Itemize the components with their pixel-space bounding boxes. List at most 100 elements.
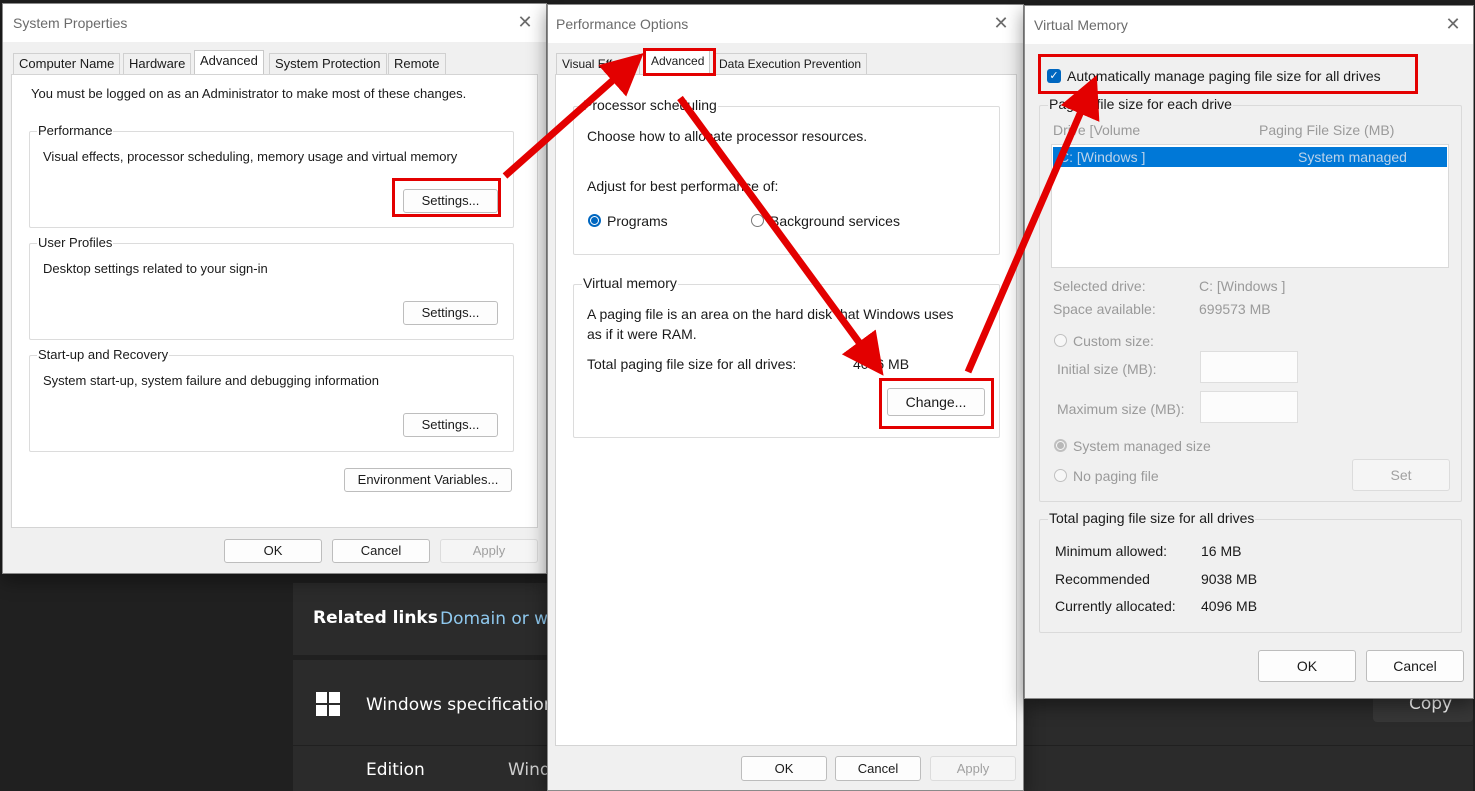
each-drive-group: Paging file size for each drive Drive [V… [1039, 96, 1462, 502]
tab-data-execution-prevention[interactable]: Data Execution Prevention [713, 53, 868, 74]
total-paging-value: 4096 MB [853, 356, 910, 372]
group-description: Visual effects, processor scheduling, me… [43, 149, 458, 164]
recommended-value: 9038 MB [1201, 571, 1258, 587]
virtual-memory-dialog: Virtual Memory ✕ ✓ Automatically manage … [1024, 5, 1474, 699]
startup-recovery-group: Start-up and Recovery System start-up, s… [29, 347, 514, 452]
ok-button[interactable]: OK [224, 539, 322, 563]
background-services-label: Background services [770, 213, 900, 229]
titlebar: System Properties ✕ [3, 4, 546, 42]
system-managed-radio[interactable] [1054, 439, 1067, 452]
currently-allocated-label: Currently allocated: [1055, 598, 1176, 614]
drive-list[interactable]: C: [Windows ] System managed [1051, 144, 1449, 268]
domain-link[interactable]: Domain or wo [440, 609, 558, 629]
performance-settings-button[interactable]: Settings... [403, 189, 498, 213]
tab-system-protection[interactable]: System Protection [269, 53, 387, 74]
windows-logo-icon [316, 692, 340, 716]
tab-bar: Visual Effects Advanced Data Execution P… [556, 50, 1016, 75]
ok-button[interactable]: OK [741, 756, 827, 781]
initial-size-label: Initial size (MB): [1057, 361, 1157, 377]
total-paging-label: Total paging file size for all drives: [587, 356, 797, 372]
group-label: Paging file size for each drive [1048, 96, 1233, 112]
drive-row-volume: C: [Windows ] [1059, 149, 1146, 165]
system-properties-dialog: System Properties ✕ Computer Name Hardwa… [2, 3, 547, 574]
group-label: User Profiles [37, 235, 114, 250]
maximum-size-label: Maximum size (MB): [1057, 401, 1185, 417]
tab-advanced[interactable]: Advanced [194, 50, 264, 75]
apply-button[interactable]: Apply [440, 539, 538, 563]
size-column-header: Paging File Size (MB) [1259, 122, 1395, 138]
initial-size-input[interactable] [1200, 351, 1298, 383]
tab-advanced[interactable]: Advanced [645, 50, 711, 75]
drive-row[interactable]: C: [Windows ] System managed [1053, 147, 1447, 167]
dialog-title: Performance Options [556, 16, 689, 32]
cancel-button[interactable]: Cancel [332, 539, 430, 563]
virtual-memory-description: A paging file is an area on the hard dis… [587, 306, 954, 322]
custom-size-radio[interactable] [1054, 334, 1067, 347]
group-description: Desktop settings related to your sign-in [43, 261, 268, 276]
apply-button[interactable]: Apply [930, 756, 1016, 781]
tab-computer-name[interactable]: Computer Name [13, 53, 121, 74]
group-description: System start-up, system failure and debu… [43, 373, 380, 388]
startup-settings-button[interactable]: Settings... [403, 413, 498, 437]
selected-drive-value: C: [Windows ] [1199, 278, 1286, 294]
processor-description: Choose how to allocate processor resourc… [587, 128, 868, 144]
space-available-value: 699573 MB [1199, 301, 1271, 317]
edition-value: Wind [508, 760, 551, 780]
related-links-heading: Related links [313, 608, 438, 628]
performance-group: Performance Visual effects, processor sc… [29, 123, 514, 228]
maximum-size-input[interactable] [1200, 391, 1298, 423]
user-profiles-group: User Profiles Desktop settings related t… [29, 235, 514, 340]
ok-button[interactable]: OK [1258, 650, 1356, 682]
programs-label: Programs [607, 213, 668, 229]
performance-options-dialog: Performance Options ✕ Visual Effects Adv… [547, 4, 1024, 791]
dialog-title: System Properties [13, 15, 128, 31]
recommended-label: Recommended [1055, 571, 1150, 587]
user-profiles-settings-button[interactable]: Settings... [403, 301, 498, 325]
edition-label: Edition [366, 760, 425, 780]
selected-drive-label: Selected drive: [1053, 278, 1146, 294]
admin-note: You must be logged on as an Administrato… [31, 86, 467, 101]
cancel-button[interactable]: Cancel [835, 756, 921, 781]
group-label: Start-up and Recovery [37, 347, 170, 362]
processor-scheduling-group: Processor scheduling Choose how to alloc… [573, 97, 1000, 255]
cancel-button[interactable]: Cancel [1366, 650, 1464, 682]
auto-manage-label: Automatically manage paging file size fo… [1067, 68, 1381, 84]
tab-hardware[interactable]: Hardware [123, 53, 192, 74]
system-managed-label: System managed size [1073, 438, 1211, 454]
auto-manage-checkbox[interactable]: ✓ [1047, 69, 1061, 83]
custom-size-label: Custom size: [1073, 333, 1154, 349]
minimum-allowed-value: 16 MB [1201, 543, 1242, 559]
dialog-title: Virtual Memory [1034, 17, 1128, 33]
total-paging-group: Total paging file size for all drives Mi… [1039, 510, 1462, 633]
currently-allocated-value: 4096 MB [1201, 598, 1258, 614]
virtual-memory-group: Virtual memory A paging file is an area … [573, 275, 1000, 438]
environment-variables-button[interactable]: Environment Variables... [344, 468, 512, 492]
tab-page: You must be logged on as an Administrato… [11, 74, 538, 528]
drive-column-header: Drive [Volume [1053, 122, 1141, 138]
tab-remote[interactable]: Remote [388, 53, 446, 74]
close-icon[interactable]: ✕ [1443, 14, 1463, 34]
close-icon[interactable]: ✕ [991, 13, 1011, 33]
adjust-label: Adjust for best performance of: [587, 178, 779, 194]
group-label: Processor scheduling [582, 97, 718, 113]
tab-visual-effects[interactable]: Visual Effects [556, 53, 641, 74]
change-button[interactable]: Change... [887, 388, 985, 416]
set-button[interactable]: Set [1352, 459, 1450, 491]
close-icon[interactable]: ✕ [515, 12, 535, 32]
background-services-radio[interactable] [751, 214, 764, 227]
group-label: Virtual memory [582, 275, 678, 291]
programs-radio[interactable] [588, 214, 601, 227]
tab-bar: Computer Name Hardware Advanced System P… [13, 50, 533, 75]
virtual-memory-description-2: as if it were RAM. [587, 326, 697, 342]
group-label: Total paging file size for all drives [1048, 510, 1256, 526]
group-label: Performance [37, 123, 114, 138]
titlebar: Virtual Memory ✕ [1025, 6, 1473, 44]
space-available-label: Space available: [1053, 301, 1156, 317]
titlebar: Performance Options ✕ [548, 5, 1023, 43]
tab-page: Processor scheduling Choose how to alloc… [555, 74, 1017, 746]
no-paging-label: No paging file [1073, 468, 1159, 484]
windows-specs-heading: Windows specifications [366, 695, 564, 715]
drive-row-size: System managed [1298, 149, 1407, 165]
no-paging-radio[interactable] [1054, 469, 1067, 482]
minimum-allowed-label: Minimum allowed: [1055, 543, 1168, 559]
